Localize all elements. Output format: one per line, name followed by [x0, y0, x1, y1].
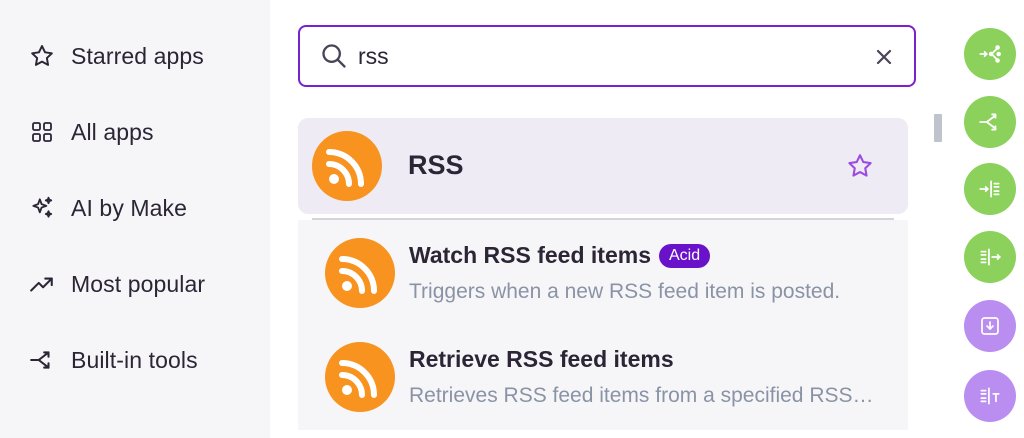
aggregator-icon — [979, 180, 1000, 198]
split-tool-button[interactable] — [964, 96, 1016, 148]
status-badge: Acid — [658, 243, 711, 268]
search-icon — [322, 44, 346, 68]
rss-icon — [325, 342, 395, 412]
rss-icon — [312, 131, 382, 201]
router-tool-button[interactable] — [964, 28, 1016, 80]
grid-icon — [28, 118, 56, 146]
sidebar: Starred apps All apps AI by Make Most po… — [0, 0, 270, 438]
module-item-retrieve-rss-feed-items[interactable]: Retrieve RSS feed items Retrieves RSS fe… — [298, 326, 908, 426]
search-box — [298, 25, 916, 87]
download-tool-button[interactable] — [964, 300, 1016, 352]
router-icon — [979, 45, 1001, 63]
text-aggregator-tool-button[interactable] — [964, 370, 1016, 422]
rss-icon — [325, 238, 395, 308]
iterator-tool-button[interactable] — [964, 231, 1016, 283]
sidebar-item-starred-apps[interactable]: Starred apps — [28, 40, 204, 72]
module-title: Watch RSS feed items — [409, 242, 651, 268]
module-title-wrap: Watch RSS feed items Acid — [409, 242, 711, 269]
search-input[interactable] — [358, 39, 838, 73]
app-result-rss[interactable]: RSS — [298, 118, 908, 214]
module-title-wrap: Retrieve RSS feed items — [409, 346, 674, 373]
sidebar-item-most-popular[interactable]: Most popular — [28, 268, 205, 300]
text-aggregator-icon — [980, 387, 1000, 405]
sidebar-item-label: Starred apps — [71, 42, 204, 69]
sparkles-icon — [28, 194, 56, 222]
scrollbar[interactable] — [934, 114, 942, 142]
app-name: RSS — [408, 150, 464, 180]
module-description: Triggers when a new RSS feed item is pos… — [409, 280, 841, 303]
star-outline-icon[interactable] — [846, 152, 874, 180]
aggregator-tool-button[interactable] — [964, 163, 1016, 215]
sidebar-item-label: All apps — [71, 118, 154, 145]
module-item-watch-rss-feed-items[interactable]: Watch RSS feed items Acid Triggers when … — [298, 222, 908, 322]
split-arrows-icon — [28, 346, 56, 374]
sidebar-item-all-apps[interactable]: All apps — [28, 116, 154, 148]
module-description: Retrieves RSS feed items from a specifie… — [409, 384, 879, 407]
sidebar-item-ai-by-make[interactable]: AI by Make — [28, 192, 187, 224]
sidebar-item-label: Built-in tools — [71, 346, 198, 373]
sidebar-item-label: AI by Make — [71, 194, 188, 221]
close-icon[interactable] — [872, 45, 896, 69]
trending-up-icon — [28, 270, 56, 298]
download-box-icon — [981, 317, 999, 335]
iterator-icon — [980, 248, 1001, 266]
split-icon — [979, 113, 997, 131]
module-title: Retrieve RSS feed items — [409, 346, 674, 372]
sidebar-item-label: Most popular — [71, 270, 206, 297]
sidebar-item-built-in-tools[interactable]: Built-in tools — [28, 344, 198, 376]
star-icon — [28, 42, 56, 70]
